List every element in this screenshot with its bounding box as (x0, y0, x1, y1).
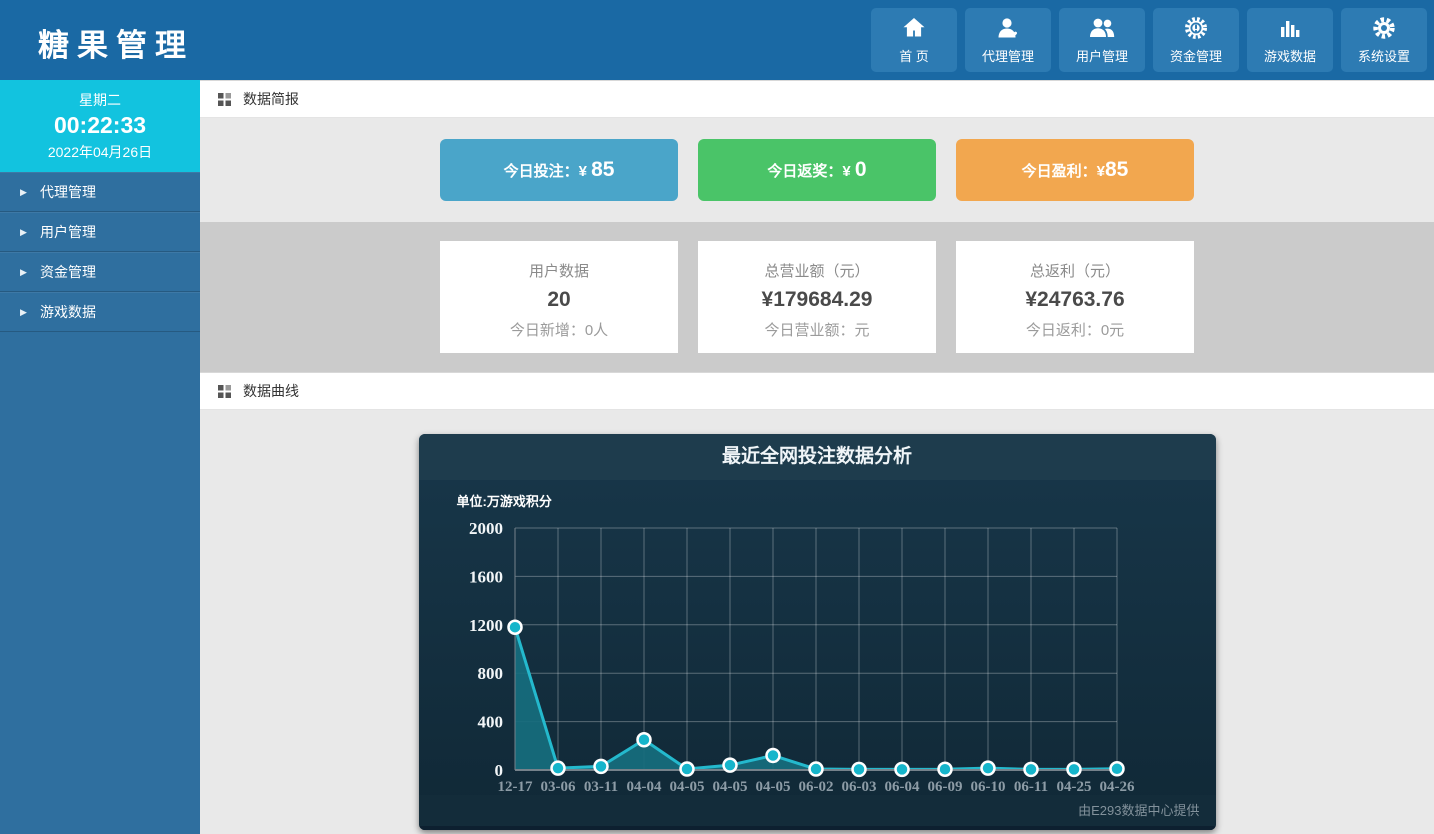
svg-text:04-05: 04-05 (755, 779, 790, 795)
svg-text:03-11: 03-11 (583, 779, 617, 795)
svg-text:1200: 1200 (469, 616, 503, 635)
nav-home-label: 首 页 (899, 46, 929, 65)
today-bets-label: 今日投注：¥ (504, 160, 592, 181)
chart-credit: 由E293数据中心提供 (419, 795, 1216, 830)
chevron-right-icon: ▶ (20, 267, 32, 278)
svg-text:06-02: 06-02 (798, 779, 833, 795)
svg-text:2000: 2000 (469, 519, 503, 538)
svg-text:06-09: 06-09 (927, 779, 962, 795)
svg-text:04-05: 04-05 (669, 779, 704, 795)
section-title: 数据曲线 (243, 381, 299, 401)
chevron-right-icon: ▶ (20, 227, 32, 238)
stat-sub: 今日返利：0元 (956, 319, 1194, 340)
chart-panel: 最近全网投注数据分析 040080012001600200012-1703-06… (419, 434, 1216, 830)
nav-gamedata-label: 游戏数据 (1264, 46, 1316, 65)
nav-agent-label: 代理管理 (982, 46, 1034, 65)
today-payout-card: 今日返奖：¥ 0 (698, 139, 936, 201)
section-title: 数据简报 (243, 89, 299, 109)
home-icon (901, 15, 927, 41)
svg-text:06-10: 06-10 (970, 779, 1005, 795)
clock-widget: 星期二 00:22:33 2022年04月26日 (0, 80, 200, 172)
svg-text:04-04: 04-04 (626, 779, 661, 795)
sidebar-item-users[interactable]: ▶ 用户管理 (0, 212, 200, 252)
today-bets-value: 85 (591, 158, 614, 182)
chevron-right-icon: ▶ (20, 307, 32, 318)
clock-time: 00:22:33 (0, 110, 200, 140)
top-nav: 首 页 代理管理 用户管理 资金管理 游戏数据 (871, 8, 1427, 72)
svg-text:800: 800 (477, 664, 503, 683)
sidebar-menu: ▶ 代理管理 ▶ 用户管理 ▶ 资金管理 ▶ 游戏数据 (0, 172, 200, 332)
header: 糖果管理 首 页 代理管理 用户管理 资金管理 (0, 0, 1434, 80)
nav-users-label: 用户管理 (1076, 46, 1128, 65)
svg-text:04-26: 04-26 (1099, 779, 1134, 795)
grid-icon (218, 93, 231, 106)
nav-funds-label: 资金管理 (1170, 46, 1222, 65)
sidebar-item-agent[interactable]: ▶ 代理管理 (0, 172, 200, 212)
sidebar-item-label: 用户管理 (40, 222, 96, 242)
today-profit-card: 今日盈利：¥85 (956, 139, 1194, 201)
clock-date: 2022年04月26日 (0, 140, 200, 164)
total-revenue-card: 总营业额（元） ¥179684.29 今日营业额：元 (698, 241, 936, 353)
total-rebate-card: 总返利（元） ¥24763.76 今日返利：0元 (956, 241, 1194, 353)
section-header-brief: 数据简报 (200, 80, 1434, 118)
nav-settings-button[interactable]: 系统设置 (1341, 8, 1427, 72)
chart-area: 最近全网投注数据分析 040080012001600200012-1703-06… (200, 410, 1434, 834)
stat-title: 总营业额（元） (698, 260, 936, 281)
svg-text:06-04: 06-04 (884, 779, 919, 795)
today-profit-value: 85 (1105, 158, 1128, 182)
svg-text:03-06: 03-06 (540, 779, 575, 795)
stat-cards-row: 用户数据 20 今日新增：0人 总营业额（元） ¥179684.29 今日营业额… (200, 222, 1434, 372)
stat-value: ¥24763.76 (956, 288, 1194, 312)
sidebar-item-label: 游戏数据 (40, 302, 96, 322)
stat-sub: 今日新增：0人 (440, 319, 678, 340)
bar-chart-icon (1277, 15, 1303, 41)
clock-weekday: 星期二 (0, 90, 200, 110)
stat-value: 20 (440, 288, 678, 312)
stat-title: 总返利（元） (956, 260, 1194, 281)
stat-sub: 今日营业额：元 (698, 319, 936, 340)
svg-text:06-11: 06-11 (1013, 779, 1047, 795)
nav-funds-button[interactable]: 资金管理 (1153, 8, 1239, 72)
today-payout-label: 今日返奖：¥ (767, 160, 855, 181)
section-header-curve: 数据曲线 (200, 372, 1434, 410)
svg-text:04-25: 04-25 (1056, 779, 1091, 795)
chart-unit-label: 单位:万游戏积分 (457, 491, 552, 510)
svg-text:400: 400 (477, 713, 503, 732)
sidebar-item-gamedata[interactable]: ▶ 游戏数据 (0, 292, 200, 332)
main-content: 数据简报 今日投注：¥ 85 今日返奖：¥ 0 今日盈利：¥85 用户数据 20… (200, 80, 1434, 834)
sidebar-item-funds[interactable]: ▶ 资金管理 (0, 252, 200, 292)
stat-value: ¥179684.29 (698, 288, 936, 312)
app-title: 糖果管理 (38, 20, 194, 65)
svg-text:1600: 1600 (469, 567, 503, 586)
svg-text:0: 0 (494, 761, 503, 780)
gear-icon (1371, 15, 1397, 41)
svg-text:06-03: 06-03 (841, 779, 876, 795)
nav-home-button[interactable]: 首 页 (871, 8, 957, 72)
agent-icon (995, 15, 1021, 41)
sidebar: 星期二 00:22:33 2022年04月26日 ▶ 代理管理 ▶ 用户管理 ▶… (0, 80, 200, 834)
user-data-card: 用户数据 20 今日新增：0人 (440, 241, 678, 353)
nav-agent-button[interactable]: 代理管理 (965, 8, 1051, 72)
users-icon (1088, 15, 1116, 41)
today-bets-card: 今日投注：¥ 85 (440, 139, 678, 201)
funds-coin-icon (1183, 15, 1209, 41)
today-profit-label: 今日盈利：¥ (1022, 160, 1105, 181)
nav-users-button[interactable]: 用户管理 (1059, 8, 1145, 72)
summary-cards-row: 今日投注：¥ 85 今日返奖：¥ 0 今日盈利：¥85 (200, 118, 1434, 222)
sidebar-item-label: 资金管理 (40, 262, 96, 282)
chevron-right-icon: ▶ (20, 187, 32, 198)
svg-text:12-17: 12-17 (497, 779, 532, 795)
grid-icon (218, 385, 231, 398)
today-payout-value: 0 (855, 158, 867, 182)
sidebar-item-label: 代理管理 (40, 182, 96, 202)
nav-settings-label: 系统设置 (1358, 46, 1410, 65)
nav-gamedata-button[interactable]: 游戏数据 (1247, 8, 1333, 72)
svg-text:04-05: 04-05 (712, 779, 747, 795)
stat-title: 用户数据 (440, 260, 678, 281)
